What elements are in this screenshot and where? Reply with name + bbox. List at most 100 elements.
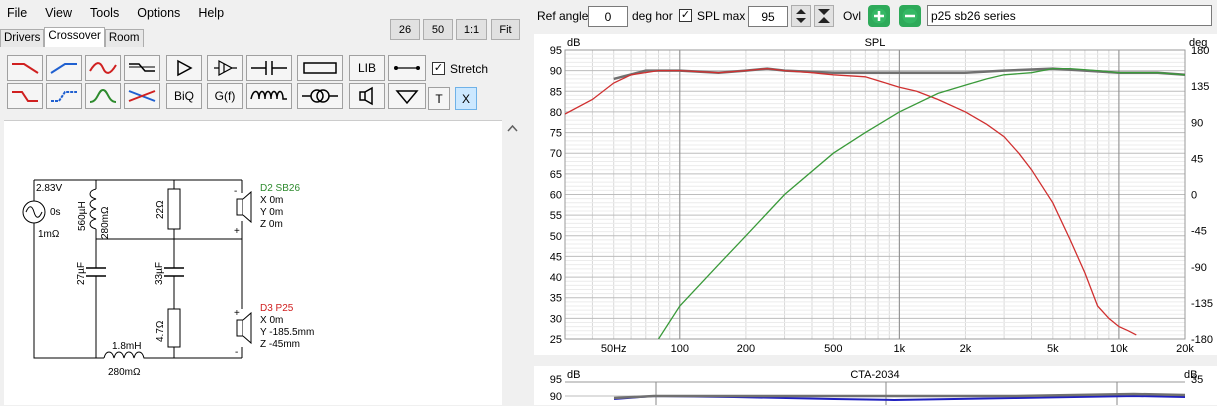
scroll-up-icon[interactable] [504, 120, 521, 137]
r1-value-label: 22Ω [155, 200, 166, 219]
y-tick-right-label: 90 [1191, 117, 1203, 129]
source-voltage-label: 2.83V [36, 183, 62, 194]
schematic-vertical-scrollbar[interactable] [504, 120, 521, 405]
remove-overlay-button[interactable] [899, 5, 921, 27]
l1-resistance-label: 280mΩ [100, 206, 111, 239]
ref-angle-label: Ref angle [537, 9, 589, 23]
x-button[interactable]: X [455, 87, 477, 110]
spl-graph[interactable]: SPL dB deg 95 90 85 80 75 70 65 60 55 50 45 40 35 30 25 18… [534, 34, 1217, 355]
spinner-arrows-icon [796, 9, 806, 23]
ground-icon [395, 90, 419, 105]
lowpass1-button[interactable] [7, 55, 43, 81]
zoom-1to1-button[interactable]: 1:1 [456, 19, 487, 40]
shelf-button[interactable] [124, 55, 160, 81]
y-tick-label: 75 [550, 128, 562, 140]
menu-view[interactable]: View [38, 6, 83, 20]
spl-max-checkbox[interactable]: ✓ [679, 9, 692, 22]
tab-crossover[interactable]: Crossover [44, 27, 105, 48]
buffer-icon [214, 59, 237, 77]
speaker-button[interactable] [349, 83, 385, 109]
highpass1-button[interactable] [46, 55, 82, 81]
d3-z-label: Z -45mm [260, 339, 300, 350]
y-tick-label: 50 [550, 231, 562, 243]
ref-angle-unit: deg hor [632, 9, 673, 23]
gf-button[interactable]: G(f) [207, 83, 243, 109]
y-tick-label: 80 [550, 107, 562, 119]
y-tick-label: 95 [550, 45, 562, 57]
y-tick-right-label: -90 [1191, 262, 1207, 274]
allpass-button[interactable] [85, 55, 121, 81]
spl-max-input[interactable]: 95 [748, 6, 788, 27]
inductor-button[interactable] [246, 83, 292, 109]
buffer-button[interactable] [207, 55, 243, 81]
x-tick-label: 2k [960, 343, 972, 355]
highpass1-icon [50, 63, 77, 74]
resistor-button[interactable] [297, 55, 343, 81]
notch-button[interactable] [124, 83, 160, 109]
zoom-50-button[interactable]: 50 [423, 19, 453, 40]
ovl-label: Ovl [843, 9, 861, 23]
library-button[interactable]: LIB [349, 55, 385, 81]
crossover-toolbar: LIB ✓ Stretch BiQ G(f) T X [0, 47, 520, 117]
menu-options[interactable]: Options [130, 6, 191, 20]
y-tick-right-label: -45 [1191, 226, 1207, 238]
y-tick-right-label: 135 [1191, 81, 1209, 93]
svg-text:+: + [234, 226, 240, 237]
minus-icon [902, 8, 918, 24]
y-tick-right-label: 180 [1191, 45, 1209, 57]
capacitor-c2[interactable] [164, 267, 184, 277]
schematic-canvas[interactable]: - + + - 2.83V 0s 1mΩ 560µH 280mΩ 22Ω 27µ… [4, 120, 502, 405]
inductor-l1[interactable] [89, 188, 97, 230]
lowpass2-button[interactable] [7, 83, 43, 109]
x-tick-label: 100 [671, 343, 689, 355]
highpass2-button[interactable] [46, 83, 82, 109]
zoom-fit-button[interactable]: Fit [491, 19, 520, 40]
x-tick-label: 200 [737, 343, 755, 355]
y-tick-label: 35 [550, 293, 562, 305]
resistor-r2[interactable] [167, 308, 181, 348]
d2-y-label: Y 0m [260, 207, 283, 218]
y-tick-right-label: 35 [1191, 374, 1203, 386]
menu-file[interactable]: File [0, 6, 38, 20]
amplifier-icon [177, 59, 193, 77]
notch-icon [128, 90, 156, 102]
ref-angle-input[interactable]: 0 [588, 6, 628, 27]
menu-tools[interactable]: Tools [83, 6, 130, 20]
lowpass1-icon [12, 63, 39, 74]
bandpass-button[interactable] [85, 83, 121, 109]
zoom-26-button[interactable]: 26 [390, 19, 420, 40]
inductor-icon [250, 90, 287, 100]
capacitor-c1[interactable] [86, 267, 106, 277]
ground-button[interactable] [388, 83, 426, 109]
shelf-icon [129, 63, 155, 72]
spl-max-collapse-button[interactable] [814, 5, 834, 27]
add-overlay-button[interactable] [868, 5, 890, 27]
svg-text:+: + [234, 308, 240, 319]
t-button[interactable]: T [428, 87, 450, 110]
amplifier-button[interactable] [166, 55, 202, 81]
d2-z-label: Z 0m [260, 219, 283, 230]
biquad-button[interactable]: BiQ [166, 83, 202, 109]
series-name-input[interactable]: p25 sb26 series [927, 5, 1212, 26]
cta2034-graph[interactable]: CTA-2034 dB dB 95 90 35 [534, 366, 1217, 405]
y-axis-left-label: dB [567, 369, 580, 381]
x-tick-label: 1k [894, 343, 906, 355]
tab-strip: Drivers Crossover Room [0, 27, 144, 48]
highpass2-icon [51, 91, 77, 102]
spl-max-label: SPL max [697, 9, 746, 23]
inductor-l2[interactable] [103, 351, 147, 359]
stretch-checkbox[interactable]: ✓ [432, 62, 445, 75]
spl-max-spinner[interactable] [791, 5, 811, 27]
transformer-button[interactable] [297, 83, 343, 109]
capacitor-button[interactable] [246, 55, 292, 81]
resistor-r1[interactable] [167, 188, 181, 230]
d2-name-label: D2 SB26 [260, 183, 300, 194]
menu-help[interactable]: Help [191, 6, 235, 20]
tab-room[interactable]: Room [104, 29, 144, 48]
tab-drivers[interactable]: Drivers [0, 29, 45, 48]
wire-button[interactable] [388, 55, 426, 81]
y-tick-right-label: -135 [1191, 298, 1213, 310]
d3-x-label: X 0m [260, 315, 283, 326]
y-tick-label: 45 [550, 251, 562, 263]
x-tick-label: 20k [1176, 343, 1194, 355]
